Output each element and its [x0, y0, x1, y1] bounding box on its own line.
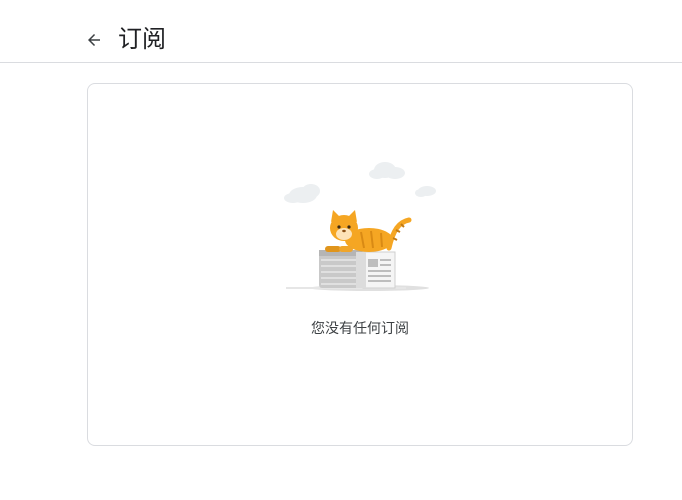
cloud-icon — [369, 162, 405, 179]
top-app-bar: 订阅 — [0, 0, 682, 63]
page-title: 订阅 — [118, 25, 166, 53]
cloud-icon — [415, 186, 436, 197]
cloud-icon — [284, 184, 320, 203]
arrow-back-icon — [88, 34, 100, 46]
cat-icon — [325, 210, 412, 252]
cat-on-newspapers-illustration — [284, 162, 436, 291]
newspaper-stack — [319, 250, 396, 289]
back-button[interactable] — [82, 28, 106, 52]
subscriptions-card: 您没有任何订阅 — [87, 83, 633, 446]
empty-state-message: 您没有任何订阅 — [311, 321, 409, 337]
